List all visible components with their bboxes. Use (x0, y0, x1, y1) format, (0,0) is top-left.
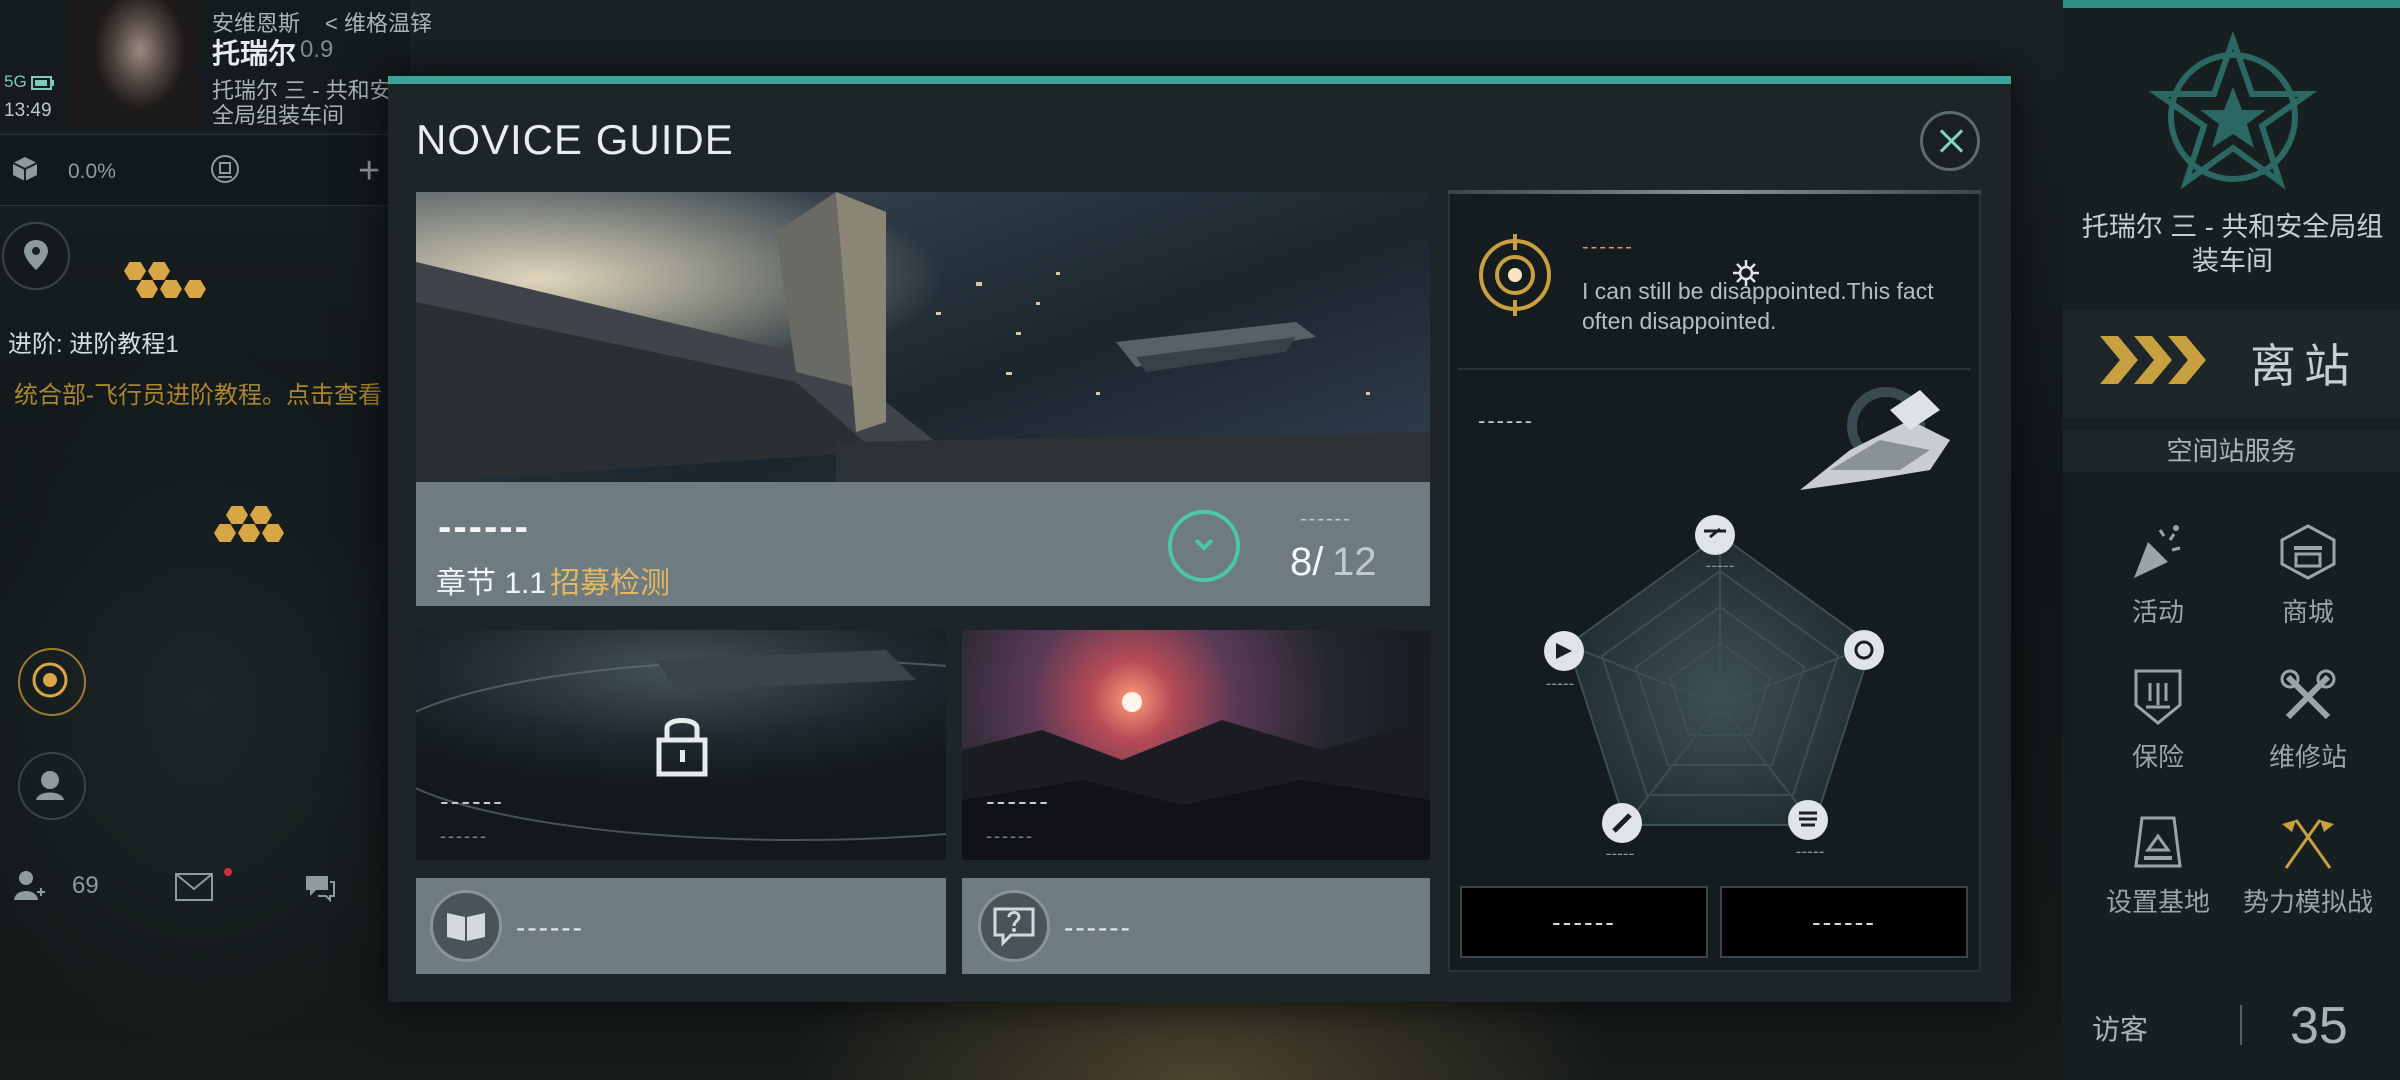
space-station-illustration (416, 192, 1430, 482)
station-services-header: 空间站服务 (2063, 430, 2400, 472)
service-set-base[interactable]: 设置基地 (2093, 810, 2223, 919)
location-pin-button[interactable] (2, 222, 70, 290)
radar-axis-shield-icon (1788, 800, 1828, 840)
quick-bar (0, 134, 410, 206)
task-description[interactable]: 统合部-飞行员进阶教程。点击查看 (14, 375, 394, 410)
ship-panel-divider (1458, 368, 1971, 370)
hex-cluster-icon-2 (212, 506, 302, 546)
chapter-name: 招募检测 (550, 567, 670, 600)
constellation-link[interactable]: < 维格温铎 (325, 6, 432, 38)
radar-axis-engine-icon (1544, 631, 1584, 671)
radar-label-bottom-left: ----- (1606, 844, 1635, 863)
chat-icon[interactable] (302, 872, 338, 904)
battery-icon (31, 75, 55, 90)
shop-icon (2280, 524, 2336, 580)
faction-emblem (2148, 32, 2318, 190)
agent-icon (36, 771, 64, 800)
lock-icon (656, 718, 708, 777)
service-faction-sim[interactable]: 势力模拟战 (2243, 810, 2373, 919)
crossed-flags-icon (2282, 819, 2334, 869)
people-icon[interactable] (12, 868, 48, 904)
signal-indicator: 5G (4, 72, 66, 94)
open-card-subtitle: ------ (986, 826, 1034, 846)
people-count: 69 (72, 872, 99, 899)
radar-axis-missile-icon (1602, 803, 1642, 843)
service-insurance-label: 保险 (2131, 742, 2184, 772)
task-title[interactable]: 进阶: 进阶教程1 (8, 324, 179, 359)
base-icon (2134, 816, 2182, 868)
visitors-count: 35 (2290, 997, 2348, 1055)
service-repair[interactable]: 维修站 (2243, 665, 2373, 774)
radar-label-top: ----- (1706, 556, 1735, 575)
help-button-label: ------ (1064, 912, 1132, 943)
repair-icon (2280, 669, 2336, 720)
progress-current: 8/ (1290, 540, 1324, 584)
station-name: 托瑞尔 三 - 共和安全局组装车间 (2081, 212, 2384, 276)
dialog-title: NOVICE GUIDE (416, 116, 734, 163)
ship-render (1800, 387, 1950, 490)
radar-label-left: ----- (1546, 674, 1575, 693)
mail-icon[interactable] (174, 872, 214, 902)
service-insurance[interactable]: 保险 (2093, 665, 2223, 774)
ship-action-button-1[interactable]: ------ (1460, 886, 1708, 958)
station-icon[interactable] (208, 152, 242, 186)
service-events[interactable]: 活动 (2093, 520, 2223, 629)
progress-label: ------ (1300, 508, 1352, 530)
npc-quote: I can still be disappointed.This fact of… (1582, 278, 1934, 334)
visitors-divider (2240, 1005, 2242, 1045)
chapter-label: 章节 1.1 (436, 567, 547, 600)
system-name[interactable]: 托瑞尔 (212, 32, 296, 72)
undock-label: 离站 (2250, 340, 2358, 392)
service-shop[interactable]: 商城 (2243, 520, 2373, 629)
service-events-label: 活动 (2131, 597, 2184, 627)
radar-axis-target-icon (1844, 630, 1884, 670)
chapter-expand-button[interactable] (1168, 510, 1240, 582)
cargo-percent: 0.0% (68, 160, 116, 183)
open-card-title: ------ (986, 786, 1050, 816)
help-icon (978, 890, 1050, 962)
station-short-name: 托瑞尔 三 - 共和安全局组装车间 (212, 78, 392, 128)
clock: 13:49 (4, 100, 52, 121)
add-button[interactable]: + (358, 150, 380, 193)
insurance-icon (2134, 669, 2182, 725)
security-status: 0.9 (300, 36, 334, 63)
attribute-radar-chart: ----- ----- ----- ----- ----- (1544, 515, 1884, 863)
book-icon (430, 890, 502, 962)
pilot-portrait[interactable] (70, 0, 200, 128)
manual-button-label: ------ (516, 912, 584, 943)
progress-total: 12 (1332, 540, 1377, 584)
service-repair-label: 维修站 (2268, 742, 2347, 772)
visitors-label: 访客 (2092, 1014, 2149, 1045)
chapter-hero-image[interactable] (416, 192, 1430, 482)
chapter-title: ------ (438, 505, 530, 549)
chevron-down-icon (1194, 538, 1214, 551)
service-set-base-label: 设置基地 (2105, 887, 2210, 917)
service-faction-sim-label: 势力模拟战 (2243, 887, 2374, 917)
target-button[interactable] (18, 648, 86, 716)
ship-name: ------ (1478, 408, 1534, 433)
ship-panel-topline (1448, 190, 1981, 194)
agent-button[interactable] (18, 752, 86, 820)
locked-card-title: ------ (440, 786, 504, 816)
radar-axis-turret-icon (1695, 515, 1735, 555)
target-icon (32, 662, 68, 698)
dialog-accent-bar (388, 76, 2011, 84)
party-popper-icon (2134, 525, 2181, 578)
service-shop-label: 商城 (2281, 597, 2334, 627)
mail-notification-dot (224, 868, 232, 876)
map-pin-icon (24, 240, 48, 270)
station-panel-accent (2063, 0, 2400, 8)
locked-card-subtitle: ------ (440, 826, 488, 846)
gear-icon[interactable] (1731, 258, 1761, 288)
ship-action-button-2[interactable]: ------ (1720, 886, 1968, 958)
npc-name: ------ (1582, 236, 1634, 258)
npc-avatar-icon (1479, 234, 1551, 316)
close-button[interactable] (1920, 111, 1980, 171)
cargo-icon[interactable] (10, 154, 40, 184)
radar-label-bottom-right: ----- (1796, 842, 1825, 861)
hex-cluster-icon (122, 262, 212, 302)
undock-chevrons-icon (2100, 336, 2206, 384)
